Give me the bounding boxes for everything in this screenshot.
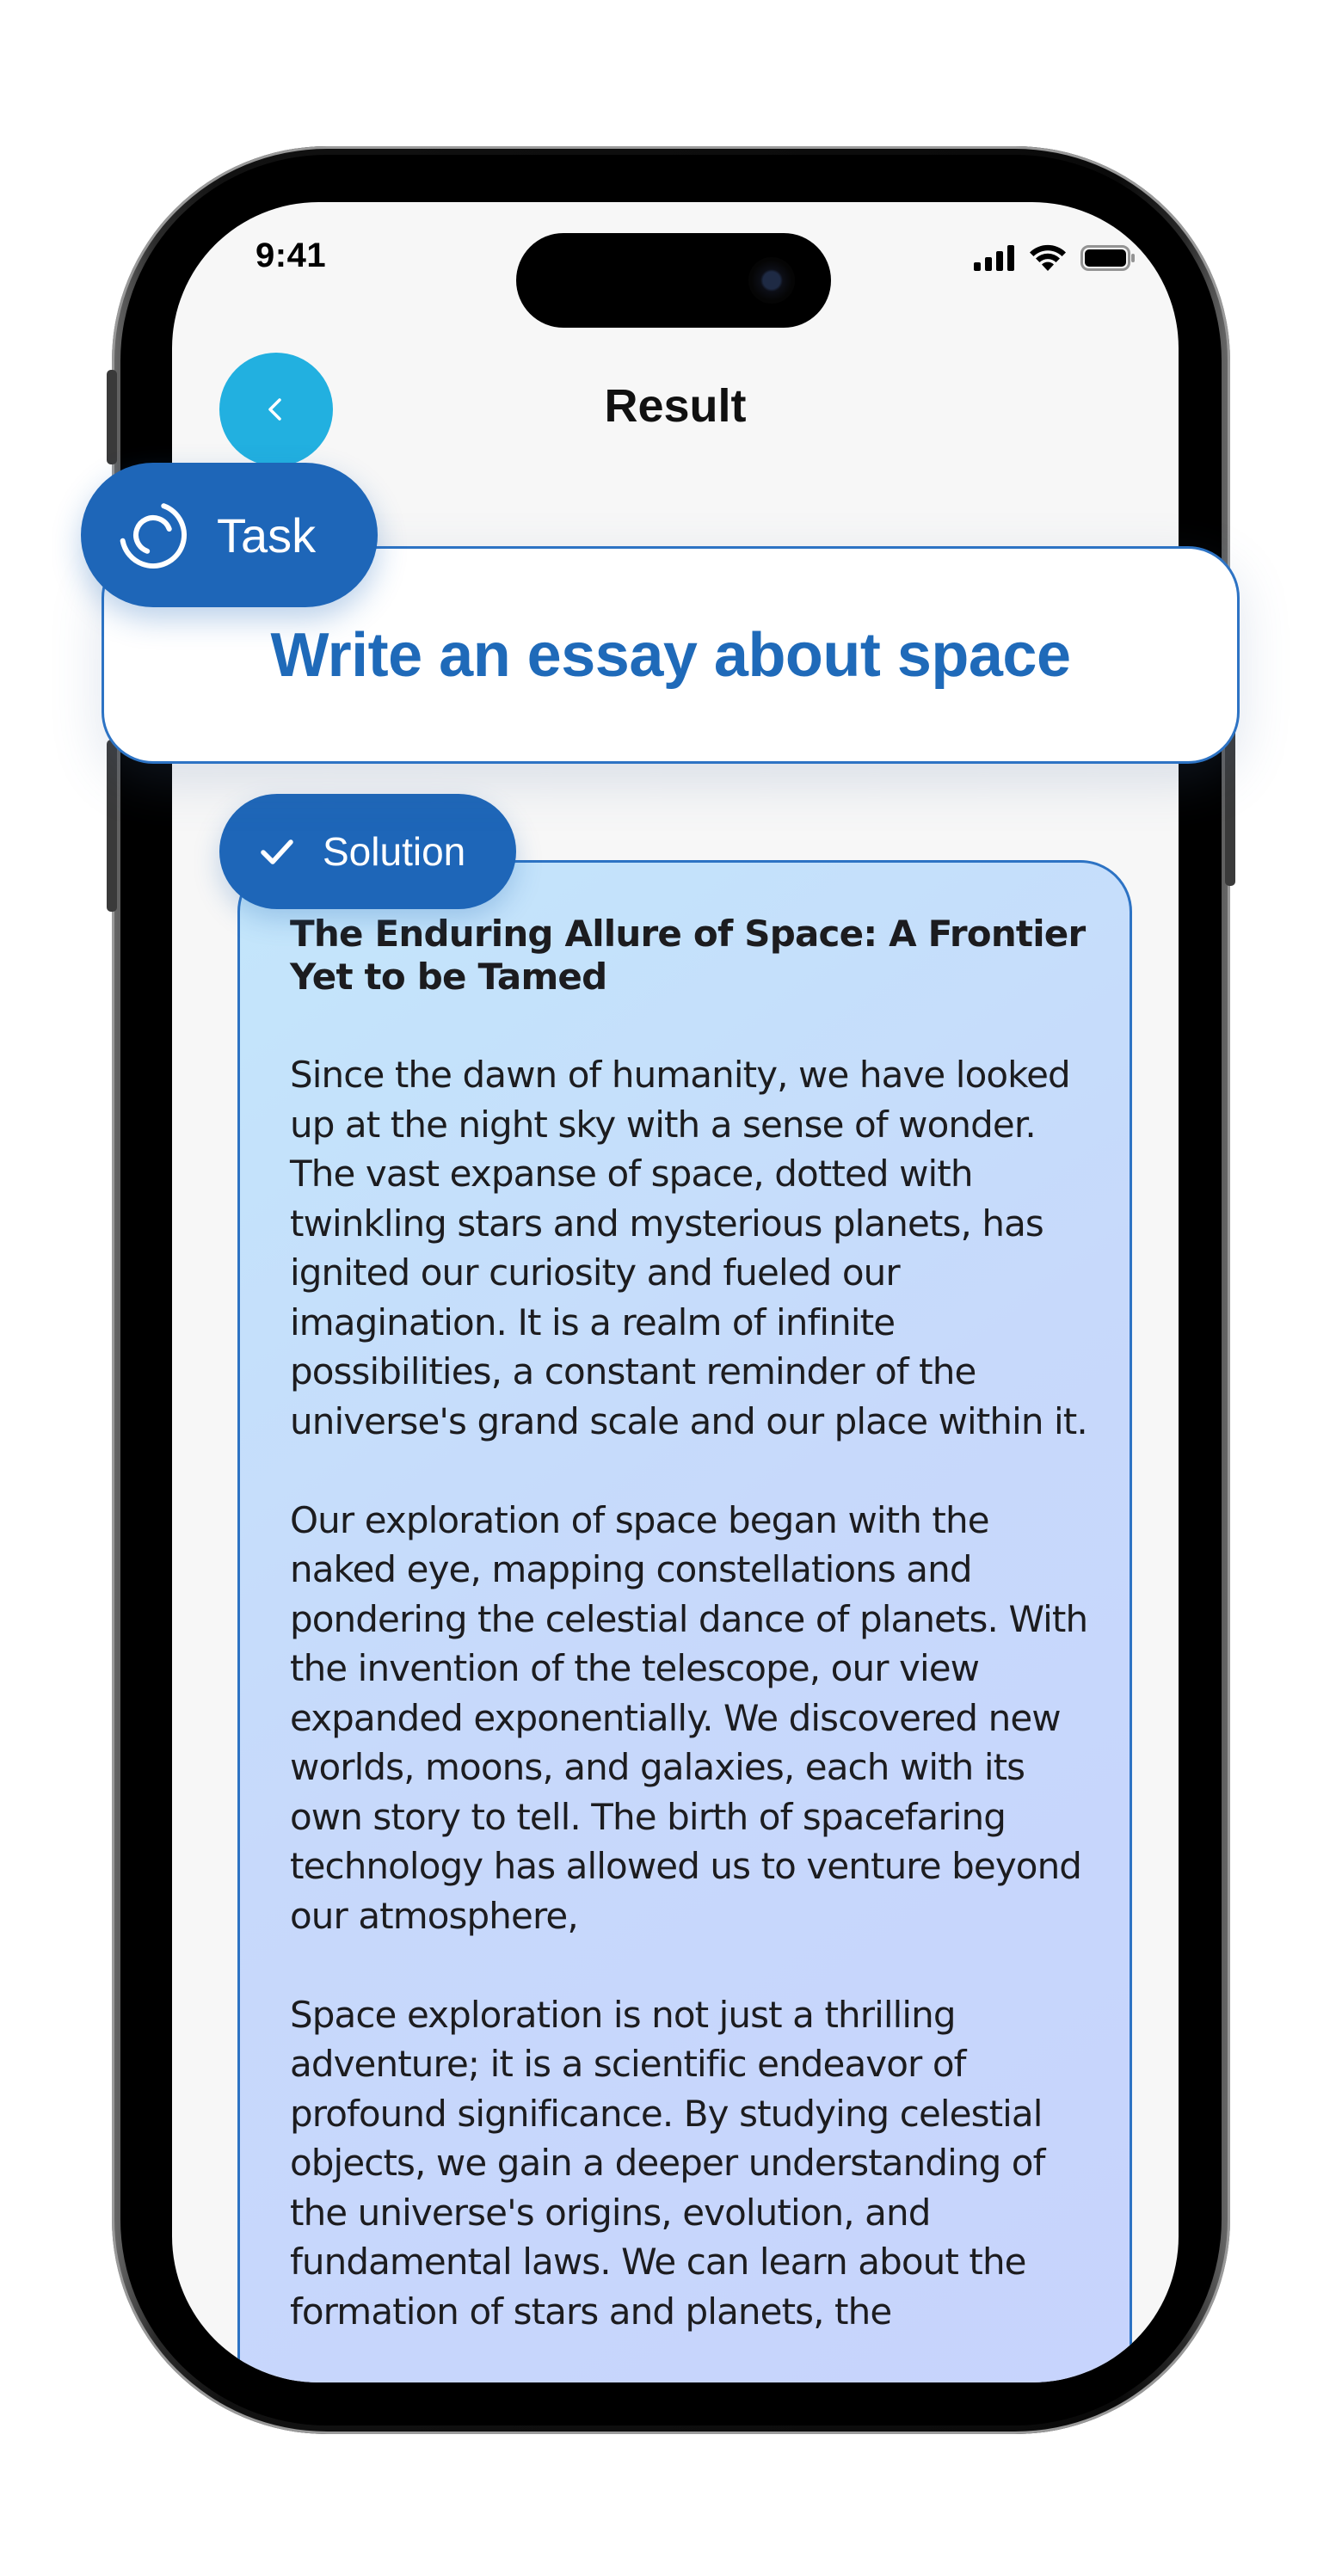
page-title: Result <box>604 380 747 432</box>
volume-down-button <box>107 740 117 912</box>
camera-icon <box>748 257 795 304</box>
solution-card: The Enduring Allure of Space: A Frontier… <box>237 860 1132 2382</box>
wifi-icon <box>1030 244 1066 271</box>
action-button <box>107 370 117 464</box>
essay-title: The Enduring Allure of Space: A Frontier… <box>290 913 1086 998</box>
cellular-signal-icon <box>974 245 1014 271</box>
solution-label: Solution <box>323 829 466 874</box>
spinner-icon <box>120 501 187 569</box>
essay-paragraph: Our exploration of space began with the … <box>290 1498 1088 1937</box>
battery-icon <box>1080 245 1135 271</box>
checkmark-icon <box>261 839 293 864</box>
essay-content: The Enduring Allure of Space: A Frontier… <box>290 913 1099 2382</box>
essay-paragraph: Since the dawn of humanity, we have look… <box>290 1054 1088 1442</box>
task-label: Task <box>217 507 317 563</box>
status-icons <box>974 243 1136 273</box>
solution-badge: Solution <box>219 794 516 909</box>
task-badge: Task <box>81 463 378 607</box>
dynamic-island <box>516 233 831 328</box>
status-time: 9:41 <box>255 237 327 274</box>
essay-paragraph: Space exploration is not just a thrillin… <box>290 1993 1045 2333</box>
task-text: Write an essay about space <box>270 620 1071 690</box>
